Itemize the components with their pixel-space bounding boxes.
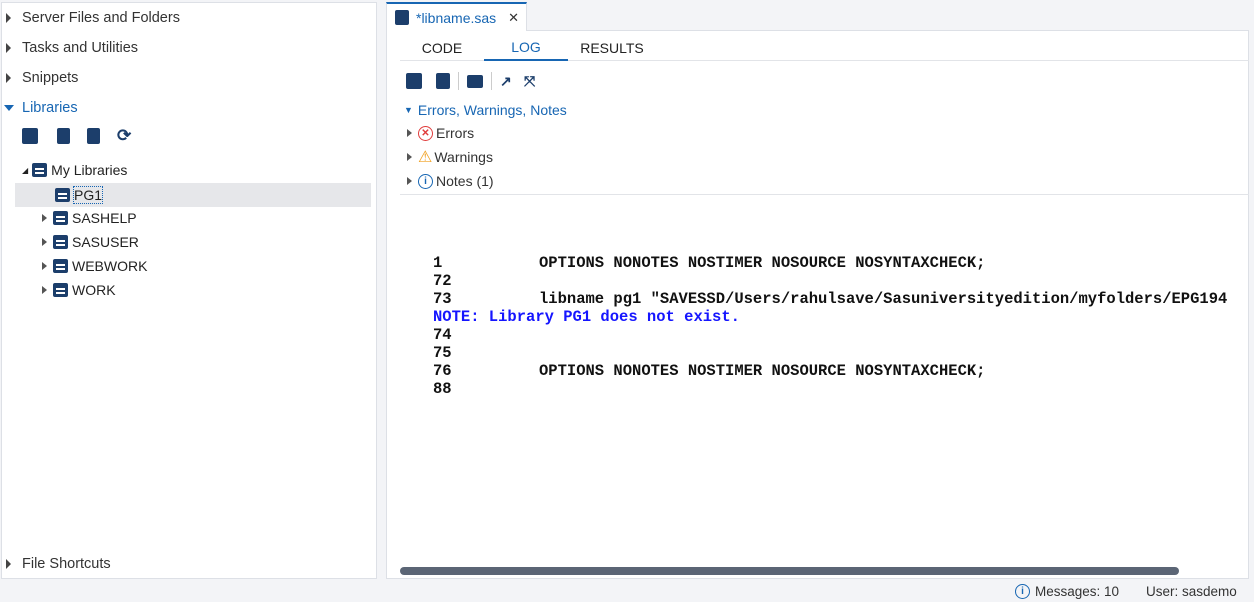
section-label: Snippets — [22, 70, 79, 86]
messages-count: Messages: 10 — [1035, 584, 1120, 599]
log-line: 74 — [433, 326, 1249, 344]
messages-status[interactable]: i Messages: 10 — [1015, 584, 1119, 599]
log-line: 76 OPTIONS NONOTES NOSTIMER NOSOURCE NOSY… — [433, 362, 1249, 380]
delete-icon[interactable] — [57, 128, 70, 144]
library-icon — [53, 259, 68, 273]
expand-icon — [407, 177, 412, 185]
libraries-icon — [32, 163, 48, 177]
collapse-icon: ▼ — [404, 105, 413, 115]
tab-libname-sas[interactable]: *libname.sas ✕ — [386, 2, 527, 31]
log-text: libname pg1 "SAVESSD/Users/rahulsave/Sas… — [539, 290, 1228, 308]
expand-icon — [42, 262, 47, 270]
section-label: File Shortcuts — [22, 556, 111, 572]
tree-label: SASHELP — [72, 210, 137, 226]
info-icon: i — [418, 173, 433, 189]
error-icon: ✕ — [418, 125, 433, 141]
tree-label: My Libraries — [51, 162, 128, 178]
section-label: Server Files and Folders — [22, 10, 180, 26]
line-number: 74 — [433, 326, 452, 344]
section-libraries[interactable]: Libraries — [4, 96, 78, 120]
log-text: OPTIONS NONOTES NOSTIMER NOSOURCE NOSYNT… — [539, 254, 986, 272]
tree-label: WEBWORK — [72, 258, 148, 274]
save-log-icon[interactable] — [406, 73, 422, 89]
summary-title: Errors, Warnings, Notes — [417, 102, 567, 118]
line-number: 1 — [433, 254, 443, 272]
user-status: User: sasdemo — [1146, 584, 1237, 599]
expand-icon — [6, 559, 11, 569]
summary-header[interactable]: ▼ Errors, Warnings, Notes — [404, 98, 567, 122]
tree-item-webwork[interactable]: WEBWORK — [42, 254, 342, 278]
tab-label: *libname.sas — [416, 9, 497, 26]
collapse-icon: ◢ — [22, 165, 29, 175]
expand-icon — [407, 153, 412, 161]
library-icon — [53, 211, 68, 225]
line-number: 72 — [433, 272, 452, 290]
log-line: 1 OPTIONS NONOTES NOSTIMER NOSOURCE NOSYN… — [433, 254, 1249, 272]
log-line: 88 — [433, 380, 1249, 398]
warnings-label: Warnings — [434, 149, 493, 165]
expand-icon — [6, 13, 11, 23]
program-icon — [395, 10, 409, 25]
section-server-files[interactable]: Server Files and Folders — [4, 6, 180, 30]
library-icon — [53, 283, 68, 297]
tree-label: PG1 — [72, 186, 104, 204]
log-output: 1 OPTIONS NONOTES NOSTIMER NOSOURCE NOSYN… — [433, 254, 1249, 398]
tree-item-sashelp[interactable]: SASHELP — [42, 206, 342, 230]
expand-icon — [42, 238, 47, 246]
warnings-node[interactable]: ⚠ Warnings — [407, 145, 493, 169]
tree-item-work[interactable]: WORK — [42, 278, 342, 302]
errors-node[interactable]: ✕ Errors — [407, 121, 474, 145]
tab-log[interactable]: LOG — [484, 34, 568, 61]
section-snippets[interactable]: Snippets — [4, 66, 78, 90]
notes-node[interactable]: i Notes (1) — [407, 169, 494, 193]
section-label: Tasks and Utilities — [22, 40, 139, 56]
line-number: 73 — [433, 290, 452, 308]
close-icon[interactable]: ✕ — [508, 10, 519, 26]
print-icon[interactable] — [467, 74, 483, 88]
expand-icon — [42, 286, 47, 294]
new-library-icon[interactable] — [22, 128, 38, 144]
section-label: Libraries — [22, 100, 78, 116]
log-text: OPTIONS NONOTES NOSTIMER NOSOURCE NOSYNT… — [539, 362, 986, 380]
library-icon — [55, 188, 70, 202]
warning-icon: ⚠ — [418, 149, 433, 166]
log-line: 72 — [433, 272, 1249, 290]
log-line: 75 — [433, 344, 1249, 362]
collapse-icon — [4, 105, 14, 111]
errors-label: Errors — [436, 125, 475, 141]
section-file-shortcuts[interactable]: File Shortcuts — [4, 552, 111, 576]
subtab-bar: CODE LOG RESULTS — [400, 34, 1249, 61]
tree-my-libraries[interactable]: ◢ My Libraries — [22, 158, 322, 182]
line-number: 75 — [433, 344, 452, 362]
expand-icon — [6, 43, 11, 53]
info-icon: i — [1015, 584, 1030, 599]
horizontal-scrollbar[interactable] — [400, 567, 1179, 575]
tab-results[interactable]: RESULTS — [568, 34, 656, 61]
tree-label: WORK — [72, 282, 116, 298]
section-tasks[interactable]: Tasks and Utilities — [4, 36, 138, 60]
line-number: 76 — [433, 362, 452, 380]
maximize-icon[interactable]: ⤧ — [524, 73, 540, 89]
expand-icon — [42, 214, 47, 222]
expand-icon — [6, 73, 11, 83]
properties-icon[interactable] — [87, 128, 100, 144]
log-line: 73 libname pg1 "SAVESSD/Users/rahulsave/S… — [433, 290, 1249, 308]
tree-item-sasuser[interactable]: SASUSER — [42, 230, 342, 254]
log-note: NOTE: Library PG1 does not exist. — [433, 308, 740, 326]
tab-code[interactable]: CODE — [400, 34, 484, 61]
expand-icon — [407, 129, 412, 137]
notes-label: Notes (1) — [436, 173, 494, 189]
library-icon — [53, 235, 68, 249]
popout-icon[interactable]: ↗ — [500, 73, 516, 89]
user-label: User: sasdemo — [1146, 584, 1237, 599]
tree-item-pg1[interactable]: PG1 — [15, 183, 371, 207]
refresh-icon[interactable]: ⟳ — [117, 127, 133, 144]
tree-label: SASUSER — [72, 234, 139, 250]
line-number: 88 — [433, 380, 452, 398]
download-log-icon[interactable] — [436, 73, 450, 89]
